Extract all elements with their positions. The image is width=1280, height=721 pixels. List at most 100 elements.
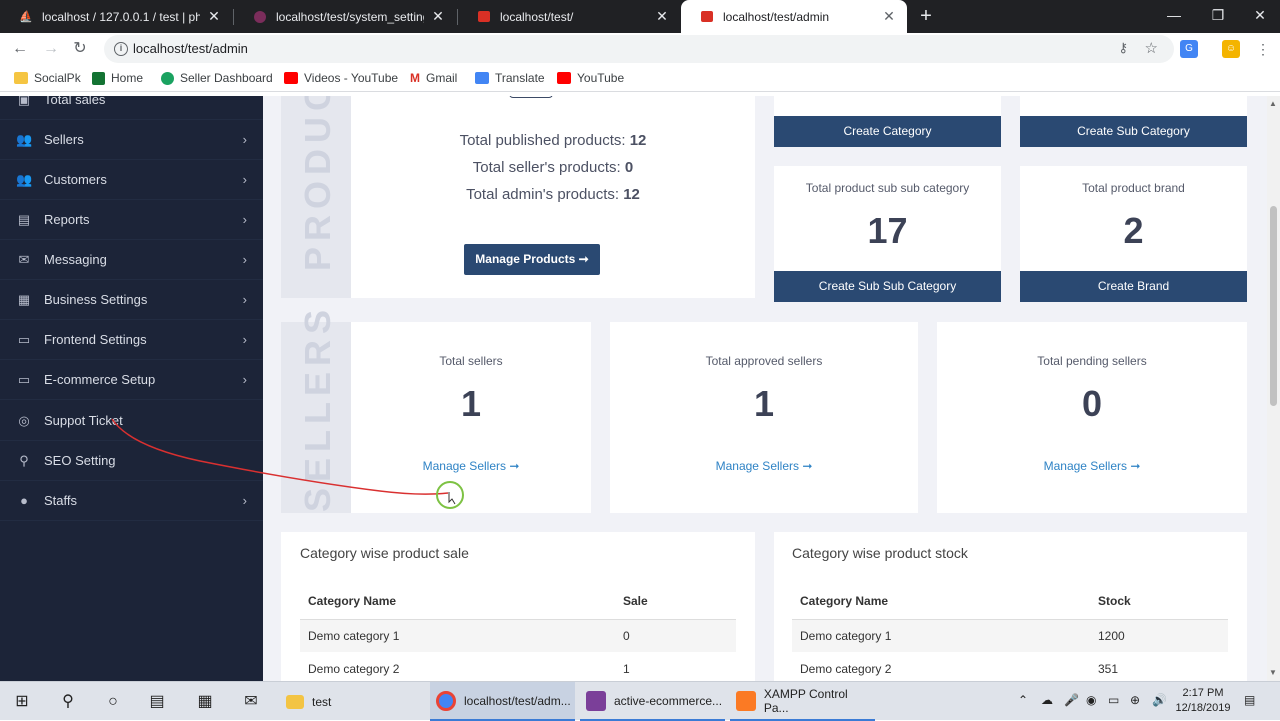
- manage-sellers-wrap: Manage Sellers ➞: [351, 457, 591, 475]
- reload-icon[interactable]: ↻: [69, 38, 91, 60]
- chevron-right-icon: ›: [242, 252, 247, 267]
- tab-title: localhost/test/system_settings: [276, 9, 424, 24]
- create-brand-button[interactable]: Create Brand: [1020, 271, 1247, 302]
- extension-icon[interactable]: ☺: [1222, 40, 1240, 58]
- info-icon[interactable]: i: [114, 42, 128, 56]
- table-header: Category Name: [792, 583, 1090, 620]
- bookmark-translate[interactable]: Translate: [475, 71, 545, 85]
- sidebar-item-label: Business Settings: [44, 292, 148, 307]
- manage-sellers-wrap: Manage Sellers ➞: [610, 457, 918, 475]
- taskbar-app-winrar[interactable]: active-ecommerce...: [580, 682, 725, 721]
- tab-test[interactable]: localhost/test/ ✕: [458, 0, 680, 33]
- sidebar-item-customers[interactable]: 👥 Customers ›: [0, 160, 263, 200]
- bookmark-videos-youtube[interactable]: Videos - YouTube: [284, 71, 398, 85]
- forward-icon[interactable]: →: [40, 38, 62, 60]
- bookmark-home[interactable]: Home: [92, 71, 143, 85]
- manage-approved-sellers-link[interactable]: Manage Sellers ➞: [716, 459, 813, 473]
- create-sub-sub-category-button[interactable]: Create Sub Sub Category: [774, 271, 1001, 302]
- manage-pending-sellers-link[interactable]: Manage Sellers ➞: [1044, 459, 1141, 473]
- category-sale-title: Category wise product sale: [300, 545, 469, 561]
- file-icon: ▤: [17, 211, 31, 227]
- chevron-right-icon: ›: [242, 172, 247, 187]
- restore-icon[interactable]: ❐: [1196, 0, 1240, 30]
- minimize-icon[interactable]: —: [1152, 0, 1196, 30]
- scroll-up-icon[interactable]: ▲: [1269, 99, 1277, 108]
- sidebar-item-reports[interactable]: ▤ Reports ›: [0, 200, 263, 240]
- taskbar-app-label: localhost/test/adm...: [464, 693, 571, 708]
- app-tray-icon[interactable]: ◉: [1086, 693, 1096, 707]
- sidebar-item-label: Frontend Settings: [44, 332, 147, 347]
- page-scrollbar[interactable]: ▲ ▼: [1267, 96, 1280, 681]
- scrollbar-thumb[interactable]: [1270, 206, 1277, 406]
- close-icon[interactable]: ✕: [430, 8, 446, 25]
- network-icon[interactable]: ⊕: [1130, 693, 1140, 707]
- youtube-icon: [284, 72, 298, 84]
- scroll-down-icon[interactable]: ▼: [1269, 668, 1277, 677]
- taskbar-app-xampp[interactable]: XAMPP Control Pa...: [730, 682, 875, 721]
- chevron-right-icon: ›: [242, 332, 247, 347]
- brand-card: Total product brand 2 Create Brand: [1020, 166, 1247, 302]
- windows-taskbar: ⊞ ⚲ ○ ▤ ▦ ✉ test localhost/test/adm... a…: [0, 681, 1280, 721]
- table-header-row: Category Name Sale: [300, 583, 736, 620]
- mail-icon[interactable]: ✉: [239, 690, 263, 714]
- bookmark-youtube[interactable]: YouTube: [557, 71, 624, 85]
- volume-icon[interactable]: 🔊: [1152, 693, 1167, 707]
- cloud-icon[interactable]: ☁: [1041, 693, 1053, 707]
- sidebar-item-support-ticket[interactable]: ◎ Suppot Ticket: [0, 401, 263, 441]
- published-products-value: 12: [629, 132, 647, 149]
- pending-sellers-value: 0: [1081, 383, 1103, 424]
- task-view-icon[interactable]: ▤: [145, 690, 169, 714]
- manage-sellers-wrap: Manage Sellers ➞: [937, 457, 1247, 475]
- chevron-up-icon[interactable]: ⌃: [1018, 693, 1028, 707]
- menu-icon[interactable]: ⋮: [1254, 40, 1272, 58]
- sidebar-item-total-sales[interactable]: ▣ Total sales: [0, 96, 263, 120]
- cortana-icon[interactable]: ○: [101, 690, 125, 714]
- sidebar-item-sellers[interactable]: 👥 Sellers ›: [0, 120, 263, 160]
- sidebar-item-frontend-settings[interactable]: ▭ Frontend Settings ›: [0, 320, 263, 360]
- sellers-band: SELLERS: [281, 304, 351, 513]
- close-icon[interactable]: ✕: [654, 8, 670, 25]
- translate-extension-icon[interactable]: G: [1180, 40, 1198, 58]
- sub-sub-category-label: Total product sub sub category: [805, 181, 970, 195]
- create-category-button[interactable]: Create Category: [774, 116, 1001, 147]
- total-sellers-label: Total sellers: [439, 354, 503, 368]
- key-icon[interactable]: ⚷: [1118, 40, 1128, 56]
- taskbar-app-chrome[interactable]: localhost/test/adm...: [430, 682, 575, 721]
- tab-phpmyadmin[interactable]: ⛵ localhost / 127.0.0.1 / test | phpMyAd…: [0, 0, 232, 33]
- notifications-icon[interactable]: ▤: [1244, 693, 1255, 707]
- close-icon[interactable]: ✕: [206, 8, 222, 25]
- table-header: Sale: [615, 583, 736, 620]
- table-cell: 351: [1098, 661, 1119, 676]
- back-icon[interactable]: ←: [9, 38, 31, 60]
- sidebar-item-ecommerce-setup[interactable]: ▭ E-commerce Setup ›: [0, 360, 263, 400]
- bookmark-seller-dashboard[interactable]: Seller Dashboard: [161, 71, 273, 85]
- sidebar-item-seo-setting[interactable]: ⚲ SEO Setting: [0, 441, 263, 481]
- tab-admin[interactable]: localhost/test/admin ✕: [681, 0, 907, 33]
- close-icon[interactable]: ✕: [881, 8, 897, 25]
- create-sub-category-button[interactable]: Create Sub Category: [1020, 116, 1247, 147]
- microphone-icon[interactable]: 🎤: [1064, 693, 1079, 707]
- phpmyadmin-icon: ⛵: [19, 11, 33, 23]
- taskbar-app-explorer[interactable]: test: [280, 682, 425, 721]
- address-bar[interactable]: i localhost/test/admin ⚷ ☆: [104, 35, 1174, 63]
- sidebar-item-label: E-commerce Setup: [44, 372, 156, 387]
- new-tab-icon[interactable]: +: [914, 4, 938, 28]
- sidebar-item-label: Customers: [44, 172, 107, 187]
- windows-start-icon[interactable]: ⊞: [10, 690, 34, 714]
- star-icon[interactable]: ☆: [1145, 39, 1158, 57]
- sidebar-item-staffs[interactable]: ● Staffs ›: [0, 481, 263, 521]
- taskbar-clock[interactable]: 2:17 PM 12/18/2019: [1168, 686, 1238, 716]
- window-close-icon[interactable]: ✕: [1238, 0, 1280, 30]
- manage-sellers-link[interactable]: Manage Sellers ➞: [423, 459, 520, 473]
- manage-products-button[interactable]: Manage Products ➞: [464, 244, 600, 275]
- search-icon[interactable]: ⚲: [56, 690, 80, 714]
- table-cell: Demo category 2: [800, 661, 892, 676]
- sidebar-item-messaging[interactable]: ✉ Messaging ›: [0, 240, 263, 280]
- sub-sub-category-value: 17: [867, 210, 908, 251]
- tab-system-settings[interactable]: localhost/test/system_settings ✕: [234, 0, 456, 33]
- bookmark-gmail[interactable]: M Gmail: [410, 71, 457, 85]
- battery-icon[interactable]: ▭: [1108, 693, 1119, 707]
- calendar-icon[interactable]: ▦: [193, 690, 217, 714]
- bookmark-socialpk[interactable]: SocialPk: [14, 71, 81, 85]
- sidebar-item-business-settings[interactable]: ▦ Business Settings ›: [0, 280, 263, 320]
